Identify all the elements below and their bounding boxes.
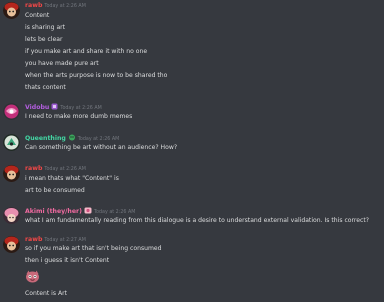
- sticker-emoji[interactable]: [25, 268, 40, 283]
- message-text: i mean thats what "Content" is: [25, 175, 119, 182]
- timestamp: Today at 2:26 AM: [44, 4, 86, 9]
- username-text[interactable]: rawb: [25, 165, 42, 172]
- username[interactable]: Queenthing Today at 2:26 AM: [25, 134, 119, 144]
- username-text[interactable]: Queenthing: [25, 135, 66, 142]
- timestamp: Today at 2:26 AM: [93, 210, 136, 215]
- purple-emoji-icon: [51, 103, 58, 113]
- avatar[interactable]: [3, 236, 20, 253]
- username-text[interactable]: Vidobu: [25, 104, 49, 111]
- message-text: what I am fundamentally reading from thi…: [25, 217, 370, 224]
- avatar[interactable]: [3, 103, 20, 120]
- avatar[interactable]: [3, 2, 20, 19]
- username[interactable]: rawb Today at 2:26 AM: [25, 2, 86, 11]
- message-text: Content is Art: [25, 290, 68, 297]
- username[interactable]: rawb Today at 2:27 AM: [25, 236, 86, 245]
- username-text[interactable]: Akimi (they/her): [25, 208, 82, 215]
- avatar[interactable]: [3, 207, 20, 224]
- message-text: I need to make more dumb memes: [25, 113, 133, 120]
- message-text: you have made pure art: [25, 60, 99, 67]
- message-text: then i guess it isn't Content: [25, 257, 110, 264]
- username-text[interactable]: rawb: [25, 236, 42, 243]
- message-text: if you make art and share it with no one: [25, 48, 148, 55]
- message-text: is sharing art: [25, 24, 66, 31]
- pink-emoji-icon: [84, 207, 92, 217]
- message-text: so if you make art that isn't being cons…: [25, 245, 162, 252]
- timestamp: Today at 2:26 AM: [77, 137, 120, 142]
- timestamp: Today at 2:26 AM: [60, 106, 102, 111]
- message-text: art to be consumed: [25, 187, 85, 194]
- message-text: thats content: [25, 84, 66, 91]
- message-text: lets be clear: [25, 36, 63, 43]
- timestamp: Today at 2:26 AM: [44, 167, 86, 172]
- message-text: Content: [25, 12, 50, 19]
- green-emoji-icon: [68, 134, 76, 144]
- chat-log: rawb Today at 2:26 AM Content is sharing …: [0, 0, 384, 302]
- message-text: when the arts purpose is now to be share…: [25, 72, 168, 79]
- username[interactable]: rawb Today at 2:26 AM: [25, 165, 86, 174]
- avatar[interactable]: [3, 165, 20, 182]
- message-text: Can something be art without an audience…: [25, 144, 178, 151]
- username[interactable]: Vidobu Today at 2:26 AM: [25, 103, 102, 113]
- timestamp: Today at 2:27 AM: [44, 238, 86, 243]
- username-text[interactable]: rawb: [25, 2, 42, 9]
- username[interactable]: Akimi (they/her) Today at 2:26 AM: [25, 207, 135, 217]
- avatar[interactable]: [3, 134, 20, 151]
